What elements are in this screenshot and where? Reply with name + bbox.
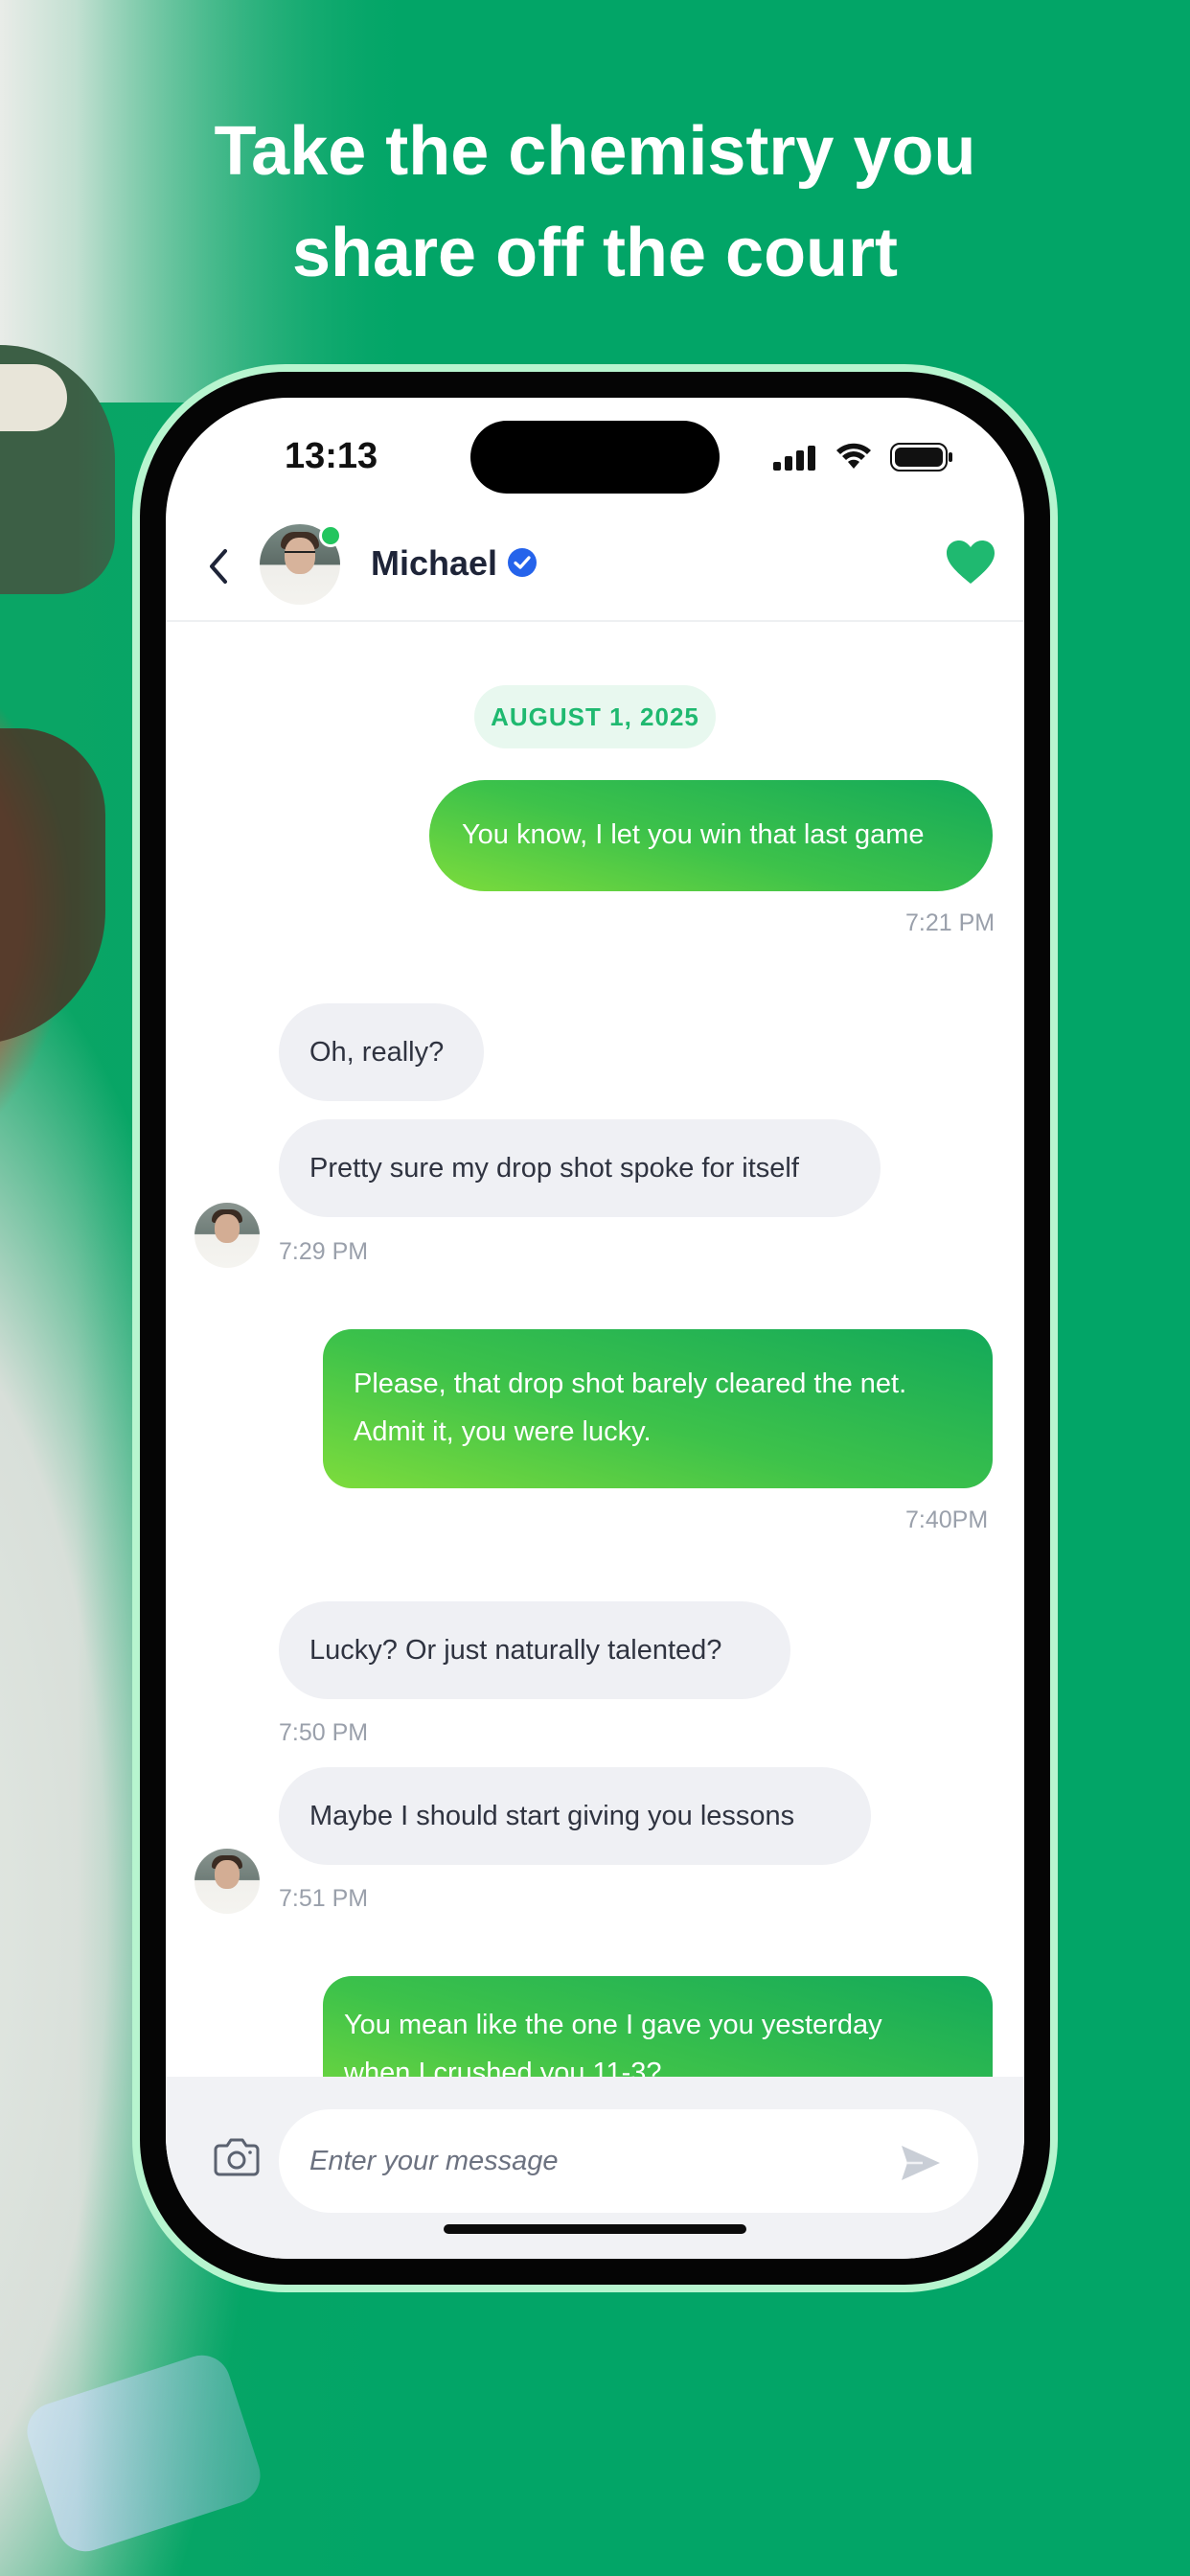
battery-icon [890, 443, 952, 472]
incoming-message[interactable]: Pretty sure my drop shot spoke for itsel… [279, 1119, 881, 1217]
message-timestamp: 7:50 PM [279, 1719, 369, 1746]
headline-line-1: Take the chemistry you [214, 113, 976, 190]
contact-avatar[interactable] [260, 524, 342, 605]
status-time: 13:13 [285, 436, 378, 476]
outgoing-message[interactable]: Please, that drop shot barely cleared th… [323, 1329, 993, 1488]
message-text-line-2: when I crushed you 11-3? [344, 2058, 662, 2077]
message-timestamp: 7:29 PM [279, 1238, 369, 1265]
promo-headline: Take the chemistry you share off the cou… [0, 101, 1190, 304]
message-composer [166, 2077, 1024, 2259]
verified-badge-icon [508, 548, 537, 577]
message-text-line-2: Admit it, you were lucky. [354, 1416, 652, 1447]
contact-name[interactable]: Michael [371, 543, 497, 584]
chevron-left-icon[interactable] [204, 545, 235, 587]
message-timestamp: 7:21 PM [905, 909, 995, 936]
incoming-message[interactable]: Maybe I should start giving you lessons [279, 1767, 871, 1865]
message-text: You know, I let you win that last game [462, 819, 925, 850]
send-icon[interactable] [900, 2144, 942, 2182]
incoming-message[interactable]: Oh, really? [279, 1003, 484, 1101]
home-indicator [444, 2224, 746, 2234]
phone-screen: 13:13 Michael AUGUST 1, 2025 You know, I… [166, 398, 1024, 2259]
wifi-icon [836, 443, 871, 469]
message-text-line-1: Please, that drop shot barely cleared th… [354, 1368, 907, 1399]
outgoing-message[interactable]: You know, I let you win that last game [429, 780, 993, 891]
chat-header: Michael [166, 513, 1024, 622]
online-status-dot [319, 524, 342, 547]
status-bar: 13:13 [166, 398, 1024, 532]
message-timestamp: 7:51 PM [279, 1885, 369, 1912]
message-timestamp: 7:40PM [905, 1506, 989, 1533]
incoming-message[interactable]: Lucky? Or just naturally talented? [279, 1601, 790, 1699]
message-text-line-1: You mean like the one I gave you yesterd… [344, 2010, 882, 2040]
outgoing-message[interactable]: You mean like the one I gave you yesterd… [323, 1976, 993, 2077]
headline-line-2: share off the court [291, 215, 899, 291]
dynamic-island [470, 421, 720, 494]
message-text: Oh, really? [309, 1037, 445, 1068]
message-input[interactable] [279, 2109, 978, 2213]
message-list[interactable]: AUGUST 1, 2025 You know, I let you win t… [166, 622, 1024, 2077]
message-text: Pretty sure my drop shot spoke for itsel… [309, 1153, 799, 1184]
cellular-signal-icon [773, 446, 815, 471]
camera-icon[interactable] [214, 2136, 260, 2176]
message-text: Maybe I should start giving you lessons [309, 1801, 795, 1831]
message-text: Lucky? Or just naturally talented? [309, 1635, 722, 1666]
heart-icon[interactable] [946, 540, 995, 586]
date-separator: AUGUST 1, 2025 [474, 685, 716, 748]
contact-mini-avatar [195, 1849, 260, 1914]
contact-mini-avatar [195, 1203, 260, 1268]
